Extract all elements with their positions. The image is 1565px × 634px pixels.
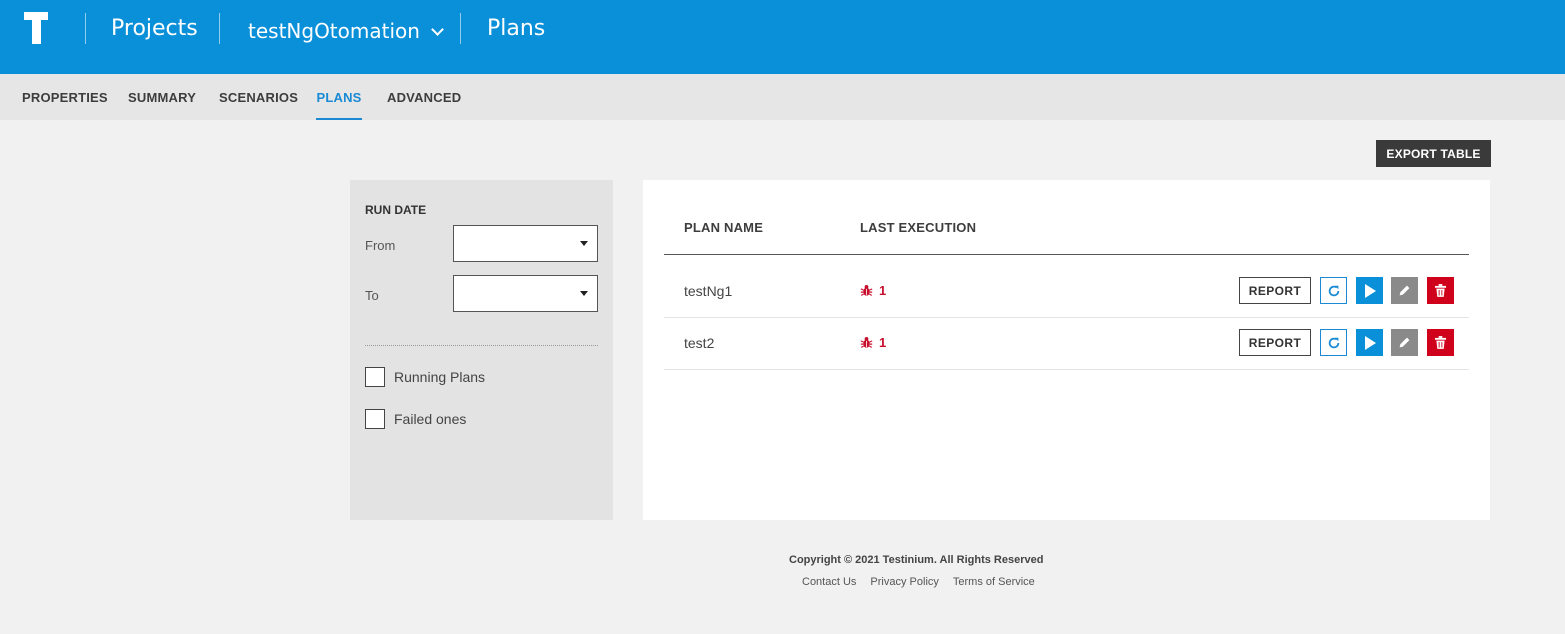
project-name: testNgOtomation (248, 19, 420, 43)
project-selector[interactable]: testNgOtomation (248, 19, 444, 43)
tab-advanced[interactable]: ADVANCED (387, 74, 461, 120)
contact-us-link[interactable]: Contact Us (802, 576, 856, 588)
footer-links: Contact Us Privacy Policy Terms of Servi… (802, 576, 1035, 588)
header-separator (460, 13, 461, 44)
projects-link[interactable]: Projects (111, 16, 198, 41)
report-button[interactable]: REPORT (1239, 277, 1311, 304)
column-header-plan-name[interactable]: PLAN NAME (684, 220, 763, 235)
caret-down-icon (580, 291, 588, 296)
failed-ones-filter[interactable]: Failed ones (365, 409, 466, 429)
delete-button[interactable] (1427, 277, 1454, 304)
pencil-icon (1399, 337, 1410, 348)
plans-table: PLAN NAME LAST EXECUTION testNg1 1 REPOR… (643, 180, 1490, 520)
to-label: To (365, 288, 379, 303)
tab-scenarios[interactable]: SCENARIOS (219, 74, 298, 120)
play-icon (1364, 335, 1376, 350)
from-date-select[interactable] (453, 225, 598, 262)
table-header-divider (664, 254, 1469, 255)
plan-name[interactable]: testNg1 (684, 283, 732, 299)
refresh-icon (1328, 337, 1339, 348)
bug-icon (860, 336, 873, 348)
run-button[interactable] (1356, 277, 1383, 304)
report-button[interactable]: REPORT (1239, 329, 1311, 356)
header-separator (85, 13, 86, 44)
caret-down-icon (580, 241, 588, 246)
bug-count: 1 (879, 335, 887, 350)
last-execution-status[interactable]: 1 (860, 283, 886, 298)
failed-ones-checkbox[interactable] (365, 409, 385, 429)
table-row: testNg1 1 REPORT (664, 266, 1469, 318)
filter-divider (365, 345, 598, 346)
play-icon (1364, 283, 1376, 298)
rerun-button[interactable] (1320, 329, 1347, 356)
last-execution-status[interactable]: 1 (860, 335, 886, 350)
trash-icon (1435, 336, 1446, 349)
trash-icon (1435, 284, 1446, 297)
column-header-last-execution[interactable]: LAST EXECUTION (860, 220, 976, 235)
page-title: Plans (487, 16, 546, 41)
running-plans-label: Running Plans (394, 369, 486, 385)
plan-name[interactable]: test2 (684, 335, 714, 351)
tab-plans[interactable]: PLANS (316, 74, 362, 120)
tab-properties[interactable]: PROPERTIES (22, 74, 108, 120)
running-plans-filter[interactable]: Running Plans (365, 367, 485, 387)
testinium-logo[interactable] (24, 12, 48, 44)
tab-bar: PROPERTIES SUMMARY SCENARIOS PLANS ADVAN… (0, 74, 1565, 120)
bug-icon (860, 284, 873, 296)
edit-button[interactable] (1391, 277, 1418, 304)
run-button[interactable] (1356, 329, 1383, 356)
bug-count: 1 (879, 283, 887, 298)
export-table-button[interactable]: EXPORT TABLE (1376, 140, 1491, 167)
privacy-policy-link[interactable]: Privacy Policy (870, 576, 938, 588)
copyright-label: Copyright © 2021 Testinium. All Rights R… (789, 554, 1044, 566)
rerun-button[interactable] (1320, 277, 1347, 304)
tab-summary[interactable]: SUMMARY (128, 74, 196, 120)
to-date-select[interactable] (453, 275, 598, 312)
pencil-icon (1399, 285, 1410, 296)
top-header: Projects testNgOtomation Plans (0, 0, 1565, 74)
logo-bar-vertical (32, 12, 41, 44)
failed-ones-label: Failed ones (394, 411, 467, 427)
header-separator (219, 13, 220, 44)
chevron-down-icon (431, 22, 444, 36)
table-row: test2 1 REPORT (664, 318, 1469, 370)
run-date-title: RUN DATE (365, 203, 427, 217)
edit-button[interactable] (1391, 329, 1418, 356)
filter-panel: RUN DATE From To Running Plans Failed on… (350, 180, 613, 520)
terms-of-service-link[interactable]: Terms of Service (953, 576, 1035, 588)
from-label: From (365, 238, 396, 253)
delete-button[interactable] (1427, 329, 1454, 356)
refresh-icon (1328, 285, 1339, 296)
running-plans-checkbox[interactable] (365, 367, 385, 387)
